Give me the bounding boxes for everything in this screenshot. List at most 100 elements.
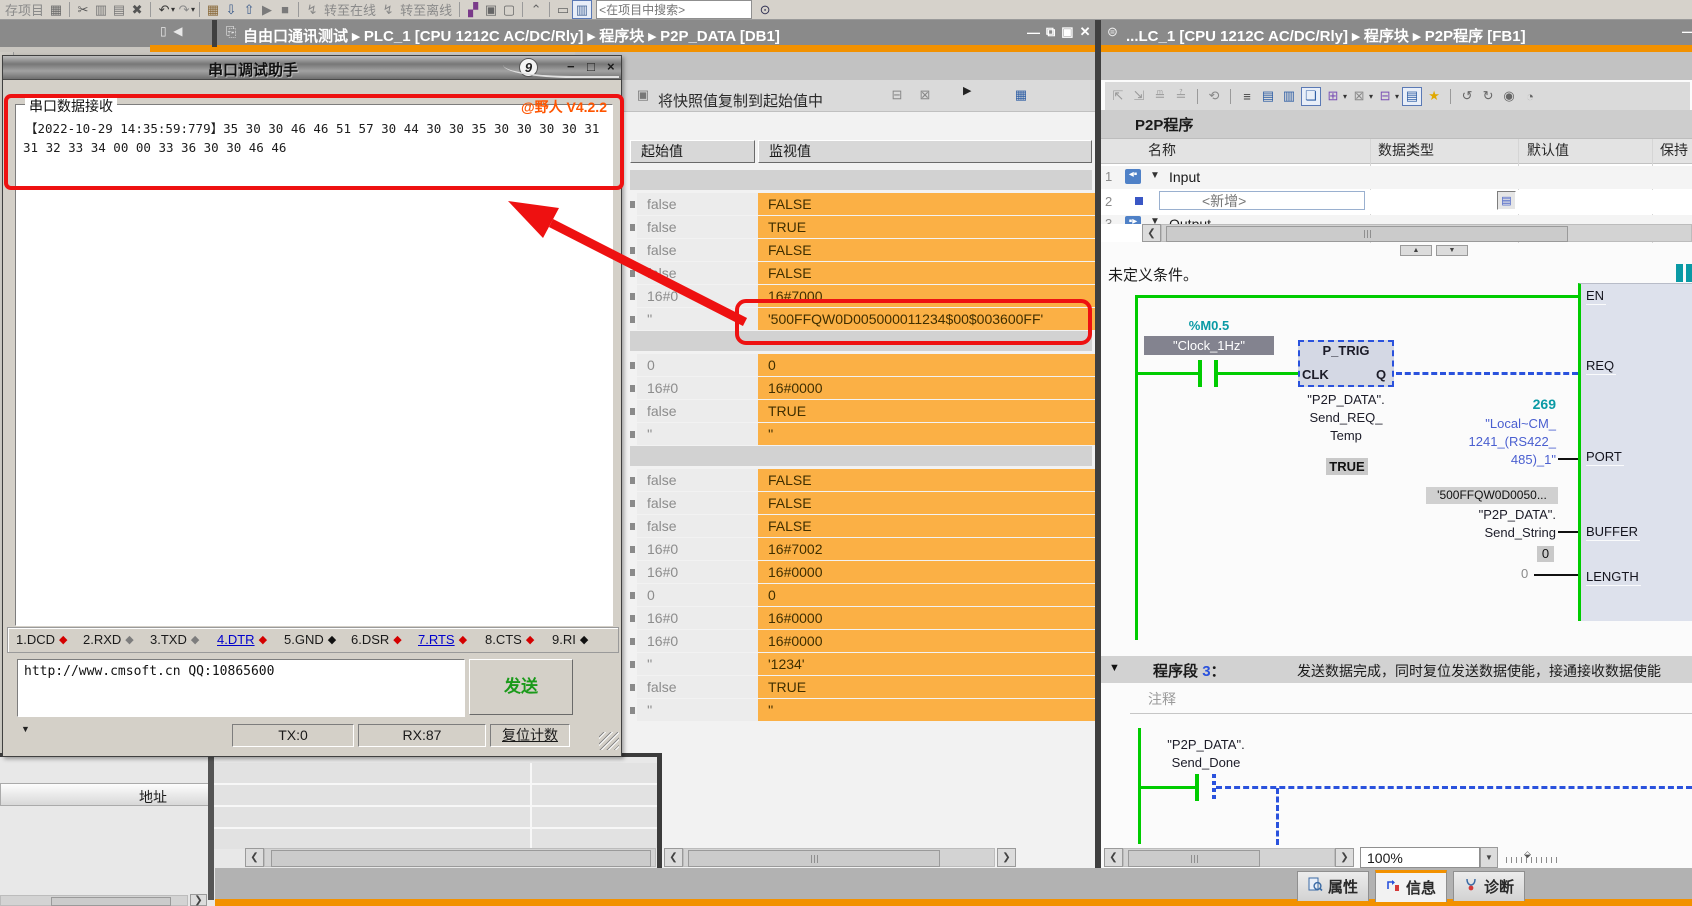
monitor-value-cell[interactable]: FALSE — [758, 193, 1102, 215]
delete-network-icon[interactable]: ≟ — [1172, 88, 1190, 105]
monitor-value-cell[interactable]: '' — [758, 423, 1102, 445]
network-list-icon[interactable]: ≡ — [1238, 88, 1256, 105]
start-value-cell[interactable]: '' — [637, 699, 765, 721]
compile-icon[interactable]: ▦ — [204, 1, 222, 18]
serial-title-bar[interactable]: 串口调试助手 9 − □ × — [3, 56, 621, 80]
symbolic-operands-icon[interactable]: ⊠ — [1350, 88, 1368, 105]
start-value-cell[interactable]: false — [637, 492, 765, 514]
serial-maximize-icon[interactable]: □ — [587, 59, 595, 74]
maximize-icon[interactable]: ▣ — [1061, 24, 1073, 40]
monitor-value-cell[interactable]: 0 — [758, 584, 1102, 606]
contact-operand[interactable]: "Clock_1Hz" — [1144, 336, 1274, 355]
monitor-value-cell[interactable]: 16#7002 — [758, 538, 1102, 560]
monitor-value-cell[interactable]: 0 — [758, 354, 1102, 376]
scrap-scroll-thumb[interactable] — [51, 897, 171, 906]
iface-scroll-left-button[interactable]: ❮ — [1142, 224, 1161, 242]
iface-scroll-thumb[interactable] — [1166, 226, 1568, 242]
col-datatype[interactable]: 数据类型 — [1378, 139, 1434, 162]
network3-header[interactable]: ▼ 程序段 3： 发送数据完成，同时复位发送数据使能，接通接收数据使能 — [1101, 656, 1692, 683]
watch-table-icon[interactable]: ▦ — [1012, 86, 1030, 103]
maximize-window-icon[interactable]: ▢ — [500, 1, 518, 18]
col-default[interactable]: 默认值 — [1527, 139, 1569, 162]
start-value-cell[interactable]: '' — [637, 653, 765, 675]
monitor-value-cell[interactable]: 16#0000 — [758, 607, 1102, 629]
hw-name-line[interactable]: 485)_1" — [1440, 451, 1556, 469]
operand-info-icon[interactable]: ⊟ — [1376, 88, 1394, 105]
scrap-scroll-right-button[interactable]: ❯ — [190, 894, 207, 906]
start-value-column-header[interactable]: 起始值 — [630, 140, 755, 163]
save-icon[interactable]: ▦ — [47, 1, 65, 18]
zoom-level-combo[interactable]: 100% — [1360, 847, 1480, 868]
start-cpu-icon[interactable]: ▶ — [258, 1, 276, 18]
favorites-star-icon[interactable]: ★ — [1425, 88, 1443, 105]
monitor-value-cell[interactable]: TRUE — [758, 400, 1102, 422]
scrap-scrollbar[interactable] — [0, 895, 188, 906]
length-value[interactable]: 0 — [1521, 566, 1528, 581]
start-value-cell[interactable]: 16#0 — [637, 630, 765, 652]
ladder-scroll-right-button[interactable]: ❯ — [1335, 848, 1354, 867]
split-window-icon[interactable]: ▥ — [572, 0, 592, 19]
serial-minimize-icon[interactable]: − — [567, 59, 575, 74]
contact-address[interactable]: %M0.5 — [1144, 318, 1274, 333]
datatype-picker-button[interactable]: ▤ — [1497, 191, 1516, 210]
add-network-icon[interactable]: ≞ — [1151, 88, 1169, 105]
favorites-view-icon[interactable]: ▤ — [1402, 87, 1422, 106]
load-all-start-values-icon[interactable]: ⊠ — [916, 86, 934, 103]
send-input[interactable]: http://www.cmsoft.cn QQ:10865600 — [17, 659, 465, 717]
iface-row-input[interactable]: 1 ◂▪ ▼ Input — [1101, 166, 1692, 189]
restore-icon[interactable]: ⧉ — [1046, 24, 1055, 40]
col-name[interactable]: 名称 — [1148, 139, 1176, 162]
bl-scroll-left-button[interactable]: ❮ — [245, 848, 264, 867]
watch-scroll-left-button[interactable]: ❮ — [664, 848, 683, 867]
splitter-down-button[interactable]: ▼ — [1436, 245, 1468, 256]
search-input[interactable] — [596, 0, 752, 19]
signal-label[interactable]: 4.DTR — [217, 632, 255, 647]
collapse-networks-icon[interactable]: ▥ — [1280, 88, 1298, 105]
zoom-slider[interactable]: ⬙ — [1506, 853, 1560, 863]
ladder-scrollbar[interactable] — [1123, 848, 1335, 867]
monitor-value-cell[interactable]: FALSE — [758, 469, 1102, 491]
trig-operand-line[interactable]: Temp — [1286, 427, 1406, 445]
start-value-cell[interactable]: false — [637, 239, 765, 261]
go-online-icon[interactable]: ↯ — [303, 1, 321, 18]
start-value-cell[interactable]: 16#0 — [637, 377, 765, 399]
serial-close-icon[interactable]: × — [607, 59, 615, 74]
online-diagnostics-icon[interactable]: ▞ — [464, 1, 482, 18]
dropdown-caret-icon[interactable]: ▾ — [191, 5, 195, 14]
bl-scroll-thumb[interactable] — [271, 850, 651, 867]
right-minimize-icon[interactable]: — — [1682, 24, 1692, 39]
upload-icon[interactable]: ⇧ — [240, 1, 258, 18]
start-value-cell[interactable]: 16#0 — [637, 561, 765, 583]
start-value-cell[interactable]: false — [637, 216, 765, 238]
watch-scroll-thumb[interactable] — [688, 850, 940, 867]
new-member-input[interactable] — [1159, 191, 1365, 210]
expand-networks-icon[interactable]: ▤ — [1259, 88, 1277, 105]
monitor-value-cell[interactable]: 16#0000 — [758, 377, 1102, 399]
absolute-operands-icon[interactable]: ⊞ — [1324, 88, 1342, 105]
resize-grip[interactable] — [599, 732, 619, 750]
watch-scrollbar[interactable] — [683, 848, 995, 867]
start-value-cell[interactable]: '' — [637, 423, 765, 445]
start-value-cell[interactable]: false — [637, 676, 765, 698]
start-value-cell[interactable]: 0 — [637, 354, 765, 376]
dropdown-caret-icon[interactable]: ▾ — [1343, 92, 1347, 101]
monitor-value-cell[interactable]: '500FFQW0D005000011234$00$003600FF' — [758, 308, 1102, 330]
monitor-value-cell[interactable]: FALSE — [758, 515, 1102, 537]
start-value-cell[interactable]: 0 — [637, 584, 765, 606]
monitor-value-cell[interactable]: 16#0000 — [758, 561, 1102, 583]
monitor-value-column-header[interactable]: 监视值 — [758, 140, 1092, 163]
monitor-value-cell[interactable]: '1234' — [758, 653, 1102, 675]
tab-diagnostics[interactable]: 诊断 — [1453, 871, 1525, 901]
address-header-label[interactable]: 地址 — [139, 787, 167, 807]
start-value-cell[interactable]: false — [637, 469, 765, 491]
done-operand-line[interactable]: "P2P_DATA". — [1150, 736, 1262, 754]
signal-indicator[interactable]: 4.DTR◆ — [217, 632, 267, 647]
monitor-value-cell[interactable]: '' — [758, 699, 1102, 721]
send-button[interactable]: 发送 — [469, 659, 573, 715]
copy-snapshot-icon[interactable]: ▣ — [634, 86, 652, 103]
start-value-cell[interactable]: 16#0 — [637, 607, 765, 629]
done-operand-line[interactable]: Send_Done — [1150, 754, 1262, 772]
watch-scroll-right-button[interactable]: ❯ — [997, 848, 1016, 867]
receive-area[interactable] — [15, 104, 613, 626]
collapse-ui-icon[interactable]: ⌃ — [527, 1, 545, 18]
